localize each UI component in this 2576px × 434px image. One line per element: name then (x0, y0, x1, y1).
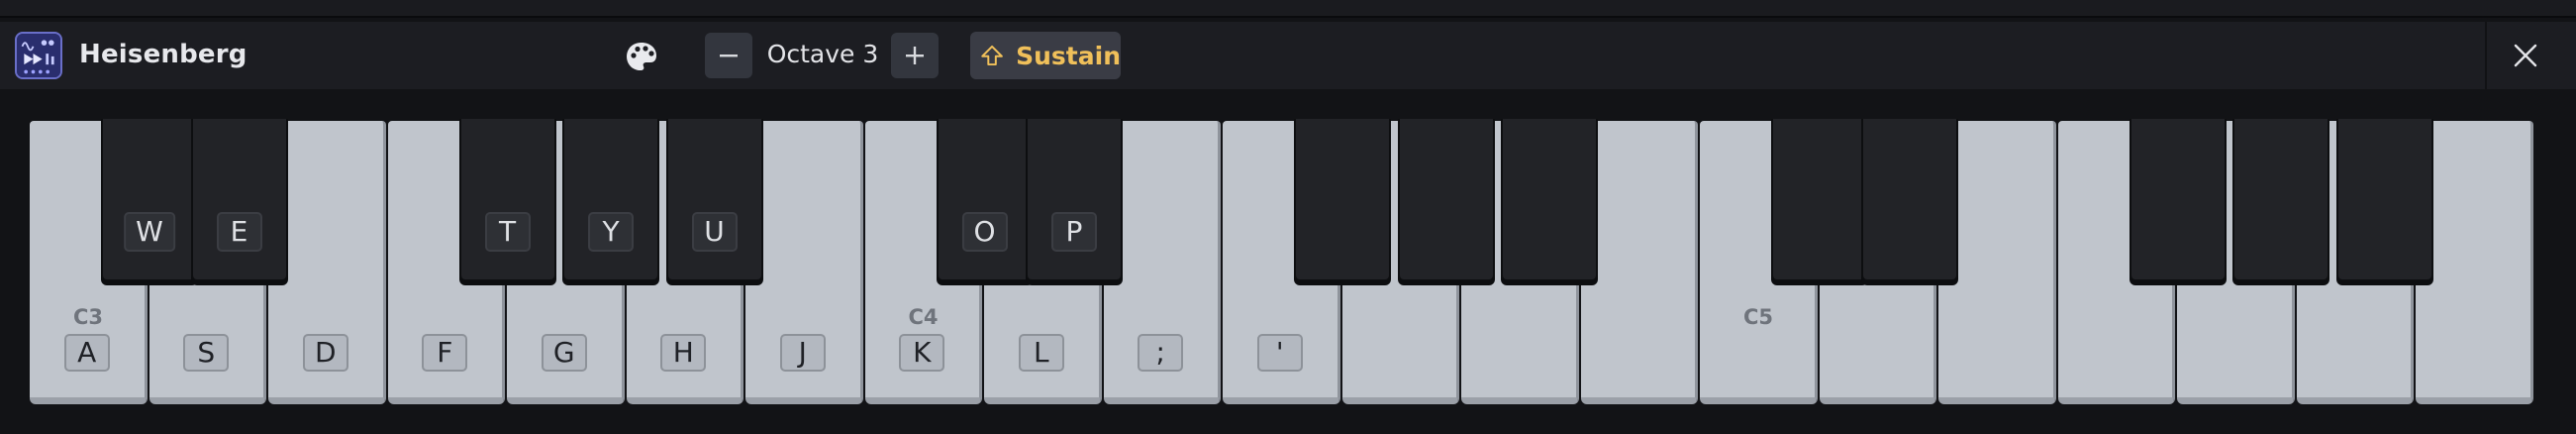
black-key-dsharp4[interactable]: P (1026, 119, 1123, 281)
black-key-gsharp5[interactable] (2232, 119, 2329, 281)
key-shortcut-label: T (484, 212, 531, 252)
toolbar: Heisenberg Octave 3 Sustain (0, 22, 2576, 89)
octave-marker: C4 (908, 305, 939, 329)
palette-icon (627, 43, 656, 70)
key-shortcut-label: A (63, 334, 110, 372)
close-button[interactable] (2505, 36, 2546, 75)
synth-app-icon (15, 32, 62, 79)
black-key-dsharp5[interactable] (1860, 119, 1958, 281)
palette-button[interactable] (622, 38, 661, 75)
white-key-b5[interactable] (2416, 121, 2533, 404)
octave-up-button[interactable] (891, 33, 939, 78)
close-icon (2514, 44, 2537, 67)
black-key-fsharp3[interactable]: T (458, 119, 556, 281)
black-key-dsharp3[interactable]: E (190, 119, 288, 281)
black-key-asharp3[interactable]: U (665, 119, 763, 281)
top-strip (0, 0, 2576, 18)
key-shortcut-label: D (302, 334, 348, 372)
octave-marker: C3 (73, 305, 104, 329)
sustain-label: Sustain (1016, 41, 1121, 70)
black-key-gsharp4[interactable] (1397, 119, 1495, 281)
key-shortcut-label: J (779, 334, 826, 372)
black-key-asharp4[interactable] (1501, 119, 1598, 281)
key-shortcut-label: S (183, 334, 230, 372)
key-shortcut-label: P (1051, 212, 1097, 252)
white-key-b4[interactable] (1580, 121, 1698, 404)
minus-icon (720, 54, 738, 57)
octave-marker: C5 (1743, 305, 1774, 329)
black-key-csharp3[interactable]: W (101, 119, 198, 281)
black-key-csharp5[interactable] (1771, 119, 1868, 281)
key-shortcut-label: H (660, 334, 707, 372)
key-shortcut-label: L (1018, 334, 1064, 372)
sustain-toggle[interactable]: Sustain (970, 32, 1121, 79)
octave-label: Octave 3 (766, 40, 879, 68)
toolbar-divider (2485, 22, 2487, 89)
key-shortcut-label: ; (1138, 334, 1184, 372)
piano-keyboard: C3 A S D F G H J C4 K L; ' C5 W E T Y U O P (30, 119, 2536, 406)
piano-window: Heisenberg Octave 3 Sustain C3 A S D F G… (0, 0, 2576, 434)
black-key-asharp5[interactable] (2335, 119, 2433, 281)
key-shortcut-label: F (422, 334, 468, 372)
white-key-b3[interactable]: J (745, 121, 863, 404)
key-shortcut-label: O (961, 212, 1008, 252)
key-shortcut-label: ' (1256, 334, 1303, 372)
black-key-fsharp5[interactable] (2129, 119, 2227, 281)
black-key-csharp4[interactable]: O (936, 119, 1034, 281)
key-shortcut-label: K (899, 334, 945, 372)
key-shortcut-label: G (541, 334, 587, 372)
black-key-gsharp3[interactable]: Y (562, 119, 659, 281)
octave-down-button[interactable] (705, 33, 752, 78)
key-shortcut-label: Y (588, 212, 634, 252)
black-key-fsharp4[interactable] (1294, 119, 1391, 281)
key-shortcut-label: U (691, 212, 738, 252)
app-title: Heisenberg (79, 40, 248, 69)
plus-icon (906, 47, 924, 64)
shift-arrow-icon (981, 45, 1003, 66)
key-shortcut-label: E (216, 212, 262, 252)
key-shortcut-label: W (124, 212, 175, 252)
